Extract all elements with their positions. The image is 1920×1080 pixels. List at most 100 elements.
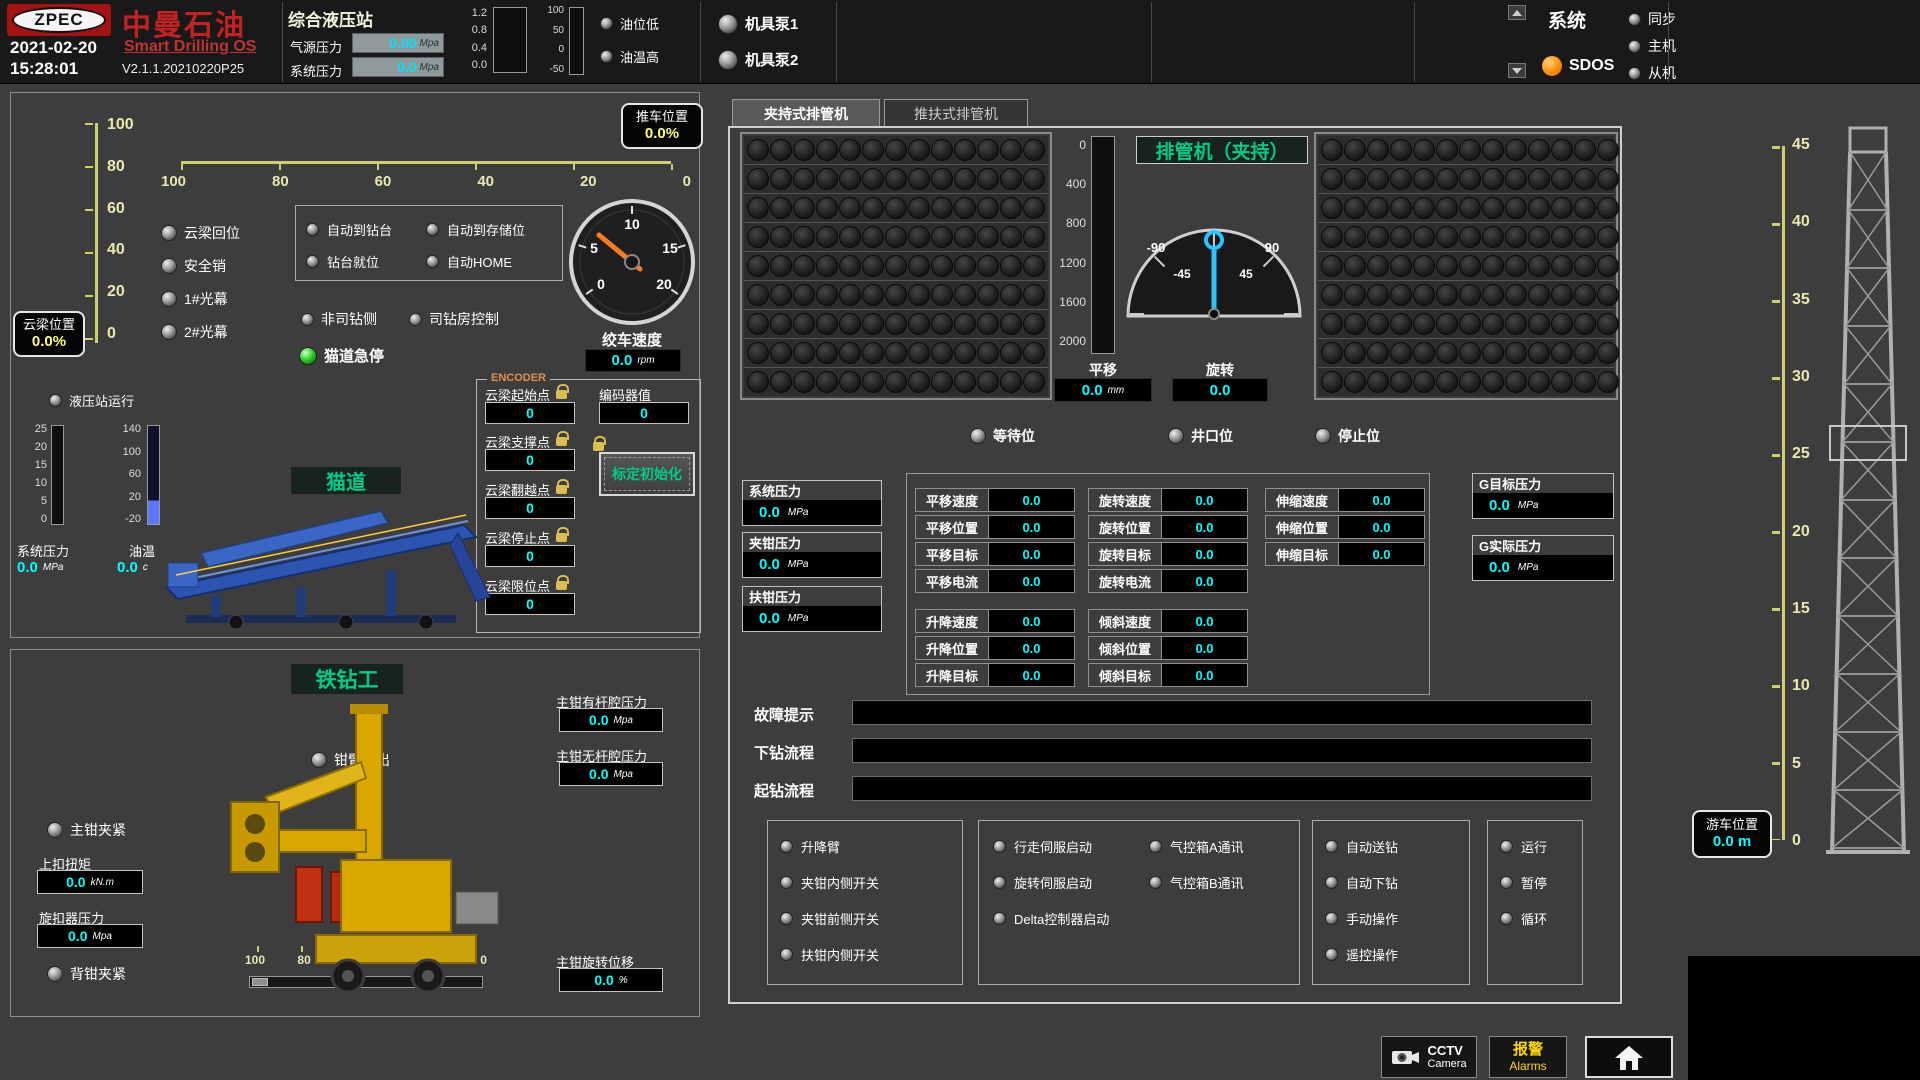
auto-trip-in-radio[interactable] <box>1325 876 1338 889</box>
cycle-option[interactable]: 循环 <box>1500 909 1547 928</box>
auto-to-storage-radio[interactable] <box>426 223 439 236</box>
tool-pump2-indicator: 机具泵2 <box>718 49 798 70</box>
cctv-button[interactable]: CCTV Camera <box>1381 1036 1477 1078</box>
pipe-slot <box>793 313 815 335</box>
pipe-slot <box>954 168 976 190</box>
beam-start-point-input[interactable]: 0 <box>485 402 575 424</box>
stop-position-radio[interactable] <box>1315 428 1331 444</box>
clamp-pressure-number: 0.0 <box>759 556 780 573</box>
beam-stop-point-input[interactable]: 0 <box>485 545 575 567</box>
auto-to-floor-button[interactable]: 自动到钻台 <box>306 220 392 239</box>
pipe-slot <box>1574 313 1596 335</box>
remote-mode-radio[interactable] <box>1325 948 1338 961</box>
slave-radio[interactable] <box>1628 67 1641 80</box>
pipe-slot <box>1344 255 1366 277</box>
pipe-slot <box>1505 139 1527 161</box>
guide-inner-switch-lamp <box>780 948 793 961</box>
driller-cabin-option[interactable]: 司钻房控制 <box>409 309 499 329</box>
cycle-radio[interactable] <box>1500 912 1513 925</box>
scroll-up-button[interactable] <box>1508 5 1526 20</box>
pipe-slot <box>1528 168 1550 190</box>
auto-to-floor-radio[interactable] <box>306 223 319 236</box>
alarms-button[interactable]: 报警 Alarms <box>1489 1036 1567 1078</box>
oil-temp-number: 0.0 <box>117 559 138 576</box>
sdos-icon <box>1542 56 1562 76</box>
rotate-servo-lamp <box>993 876 1006 889</box>
safety-pin-lamp <box>161 258 177 274</box>
pipe-slot <box>816 139 838 161</box>
auto-home-button[interactable]: 自动HOME <box>426 252 512 271</box>
tool-pump2-lamp <box>718 50 738 70</box>
trip-out-flow-label: 起钻流程 <box>754 780 814 801</box>
beam-position-label: 云梁位置 <box>23 317 75 333</box>
pipe-slot <box>793 342 815 364</box>
fault-message-label: 故障提示 <box>754 704 814 725</box>
run-option[interactable]: 运行 <box>1500 837 1547 856</box>
g-target-pressure-number: 0.0 <box>1489 497 1510 514</box>
off-driller-side-radio[interactable] <box>301 313 314 326</box>
auto-feed-option[interactable]: 自动送钻 <box>1325 837 1398 856</box>
floor-in-place-radio[interactable] <box>306 255 319 268</box>
trip-in-flow-label: 下钻流程 <box>754 742 814 763</box>
pipe-slot <box>1023 284 1045 306</box>
manual-mode-option[interactable]: 手动操作 <box>1325 909 1398 928</box>
scale-tick: 20 <box>580 173 597 190</box>
scale-tick: -20 <box>125 513 141 525</box>
auto-home-radio[interactable] <box>426 255 439 268</box>
truck-position-value: 0.0% <box>645 125 679 144</box>
stop-position-option[interactable]: 停止位 <box>1315 426 1380 446</box>
wellhead-position-radio[interactable] <box>1168 428 1184 444</box>
pipe-slot <box>1367 197 1389 219</box>
wait-position-option[interactable]: 等待位 <box>970 426 1035 446</box>
pipe-slot <box>1436 313 1458 335</box>
catwalk-panel: 100806040200 100806040200 推车位置 0.0% 云梁位置… <box>10 92 700 638</box>
pipe-slot <box>977 313 999 335</box>
wait-position-radio[interactable] <box>970 428 986 444</box>
pipe-slot <box>1597 313 1619 335</box>
tab-push-pipe-handler[interactable]: 推扶式排管机 <box>884 99 1028 127</box>
run-radio[interactable] <box>1500 840 1513 853</box>
tab-clamp-pipe-handler[interactable]: 夹持式排管机 <box>732 99 880 127</box>
servo-status-group: 行走伺服启动 旋转伺服启动 Delta控制器启动 气控箱A通讯 气控箱B通讯 <box>978 820 1300 985</box>
wellhead-position-option[interactable]: 井口位 <box>1168 426 1233 446</box>
beam-flip-point-input[interactable]: 0 <box>485 497 575 519</box>
hpu-running-lamp <box>49 394 62 407</box>
pause-radio[interactable] <box>1500 876 1513 889</box>
manual-mode-radio[interactable] <box>1325 912 1338 925</box>
oil-temp-scale: 1401006020-20 <box>111 423 141 525</box>
pipe-slot <box>1413 168 1435 190</box>
scale-tick: 0.0 <box>472 59 487 71</box>
beam-limit-point-input[interactable]: 0 <box>485 593 575 615</box>
auto-trip-in-option[interactable]: 自动下钻 <box>1325 873 1398 892</box>
beam-flip-point-value: 0 <box>526 500 534 516</box>
back-clamp-lamp <box>47 966 63 982</box>
pipe-slot <box>793 168 815 190</box>
calibrate-init-button[interactable]: 标定初始化 <box>599 452 695 496</box>
scale-tick: 20 <box>1792 523 1810 541</box>
beam-return-indicator: 云梁回位 <box>161 223 240 243</box>
remote-mode-option[interactable]: 遥控操作 <box>1325 945 1398 964</box>
pipe-slot <box>1528 284 1550 306</box>
beam-support-point-input[interactable]: 0 <box>485 449 575 471</box>
pipe-slot <box>977 255 999 277</box>
driller-cabin-radio[interactable] <box>409 313 422 326</box>
master-radio[interactable] <box>1628 40 1641 53</box>
pipe-slot <box>885 226 907 248</box>
pause-option[interactable]: 暂停 <box>1500 873 1547 892</box>
header-divider <box>1151 2 1152 82</box>
scroll-down-button[interactable] <box>1508 63 1526 78</box>
pipe-slot <box>862 139 884 161</box>
norod-chamber-pressure-number: 0.0 <box>589 766 608 782</box>
floor-in-place-button[interactable]: 钻台就位 <box>306 252 379 271</box>
home-button[interactable] <box>1585 1036 1673 1078</box>
pipe-slot <box>1482 197 1504 219</box>
winch-speed-value: 0.0 rpm <box>585 349 681 372</box>
sync-radio[interactable] <box>1628 13 1641 26</box>
scale-tick: 20 <box>129 491 141 503</box>
pipe-slot <box>1367 342 1389 364</box>
auto-feed-radio[interactable] <box>1325 840 1338 853</box>
off-driller-side-option[interactable]: 非司钻侧 <box>301 309 377 329</box>
pipe-slot <box>1413 342 1435 364</box>
pipe-rack-row <box>1318 281 1614 310</box>
auto-to-storage-button[interactable]: 自动到存储位 <box>426 220 525 239</box>
